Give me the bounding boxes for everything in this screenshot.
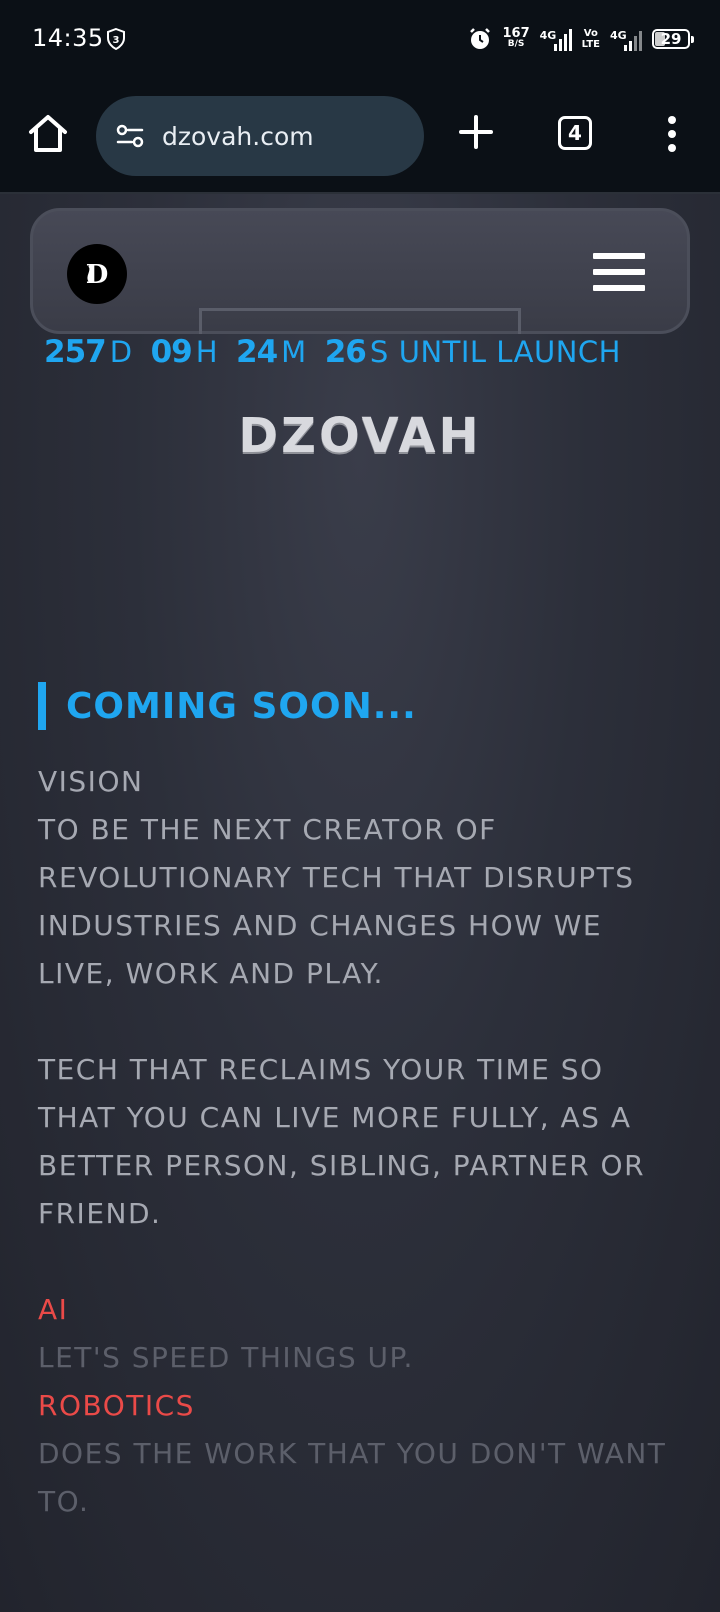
mission-text: TECH THAT RECLAIMS YOUR TIME SO THAT YOU… <box>38 1053 646 1230</box>
alarm-icon <box>470 28 491 49</box>
signal-icon: 4G <box>540 27 572 51</box>
shield-icon: 3 <box>107 28 125 50</box>
status-bar: 14:35 3 167 B/S 4G Vo LTE 4G 29 <box>0 0 720 82</box>
logo-mark-icon: D <box>86 260 109 290</box>
signal-icon-sim2: 4G <box>610 27 642 51</box>
coming-soon-text: COMING SOON... <box>66 685 417 727</box>
countdown-days-unit: D <box>109 335 133 369</box>
home-icon[interactable] <box>26 112 70 156</box>
volte-line1: Vo <box>583 28 598 39</box>
brand-title: DZOVAH <box>238 408 482 464</box>
coming-soon-heading: COMING SOON... <box>38 682 417 730</box>
battery-level: 29 <box>660 30 682 48</box>
countdown-minutes: 24 <box>236 334 278 370</box>
countdown-minutes-unit: M <box>281 335 307 369</box>
countdown-days: 257 <box>44 334 107 370</box>
site-header: D <box>30 208 690 334</box>
launch-countdown: 257 D 09 H 24 M 26 S UNTIL LAUNCH <box>44 334 704 370</box>
countdown-hours-unit: H <box>195 335 219 369</box>
battery-icon: 29 <box>652 29 694 49</box>
site-settings-icon[interactable] <box>114 120 146 152</box>
network-speed: 167 B/S <box>502 26 530 50</box>
pillar-name: AI <box>38 1293 69 1326</box>
countdown-suffix: UNTIL LAUNCH <box>398 335 621 369</box>
sim1-label: 4G <box>539 29 557 42</box>
accent-bar <box>38 682 46 730</box>
network-speed-unit: B/S <box>507 39 525 49</box>
content-body: VISION TO BE THE NEXT CREATOR OF REVOLUT… <box>38 758 678 1526</box>
notification-badge-count: 3 <box>113 35 120 46</box>
status-time: 14:35 <box>32 24 104 52</box>
more-vert-icon[interactable] <box>660 112 684 156</box>
tab-count: 4 <box>568 121 582 145</box>
pillar-tagline: DOES THE WORK THAT YOU DON'T WANT TO. <box>38 1437 667 1518</box>
hamburger-menu-icon[interactable] <box>593 253 645 291</box>
countdown-seconds-unit: S <box>369 335 389 369</box>
url-text[interactable]: dzovah.com <box>162 122 314 151</box>
address-bar[interactable]: dzovah.com <box>96 96 424 176</box>
header-tab-decoration <box>199 308 521 334</box>
countdown-seconds: 26 <box>324 334 367 370</box>
network-speed-value: 167 <box>502 26 530 41</box>
volte-indicator: Vo LTE <box>582 28 600 50</box>
pillar-name: ROBOTICS <box>38 1389 195 1422</box>
site-logo[interactable]: D <box>67 244 127 304</box>
tab-switcher-button[interactable]: 4 <box>558 116 592 150</box>
vision-text: TO BE THE NEXT CREATOR OF REVOLUTIONARY … <box>38 813 635 990</box>
browser-toolbar: dzovah.com 4 <box>0 82 720 194</box>
sim2-label: 4G <box>610 29 627 42</box>
web-page: D 257 D 09 H 24 M 26 S UNTIL LAUNCH DZOVAH COMIN… <box>0 194 720 1612</box>
plus-icon[interactable] <box>458 114 494 150</box>
volte-line2: LTE <box>581 39 600 50</box>
countdown-hours: 09 <box>150 334 193 370</box>
pillar-tagline: LET'S SPEED THINGS UP. <box>38 1341 414 1374</box>
vision-heading: VISION <box>38 765 144 798</box>
